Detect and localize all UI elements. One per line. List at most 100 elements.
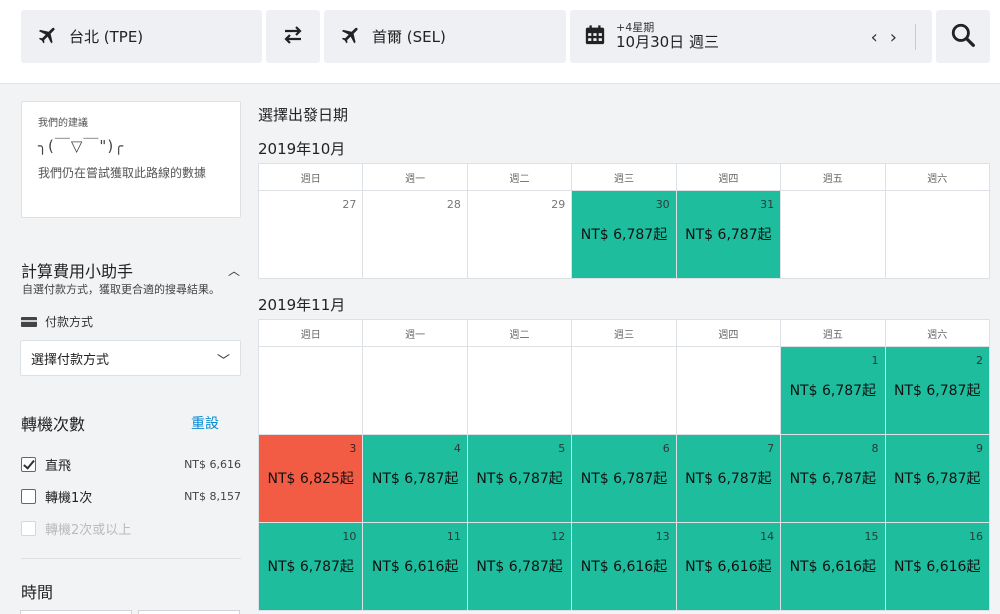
date-field[interactable]: +4星期 10月30日 週三 ‹ › — [570, 10, 932, 63]
calendar-day[interactable]: 1 NT$ 6,787起 — [781, 347, 886, 435]
calendar-week: 1 NT$ 6,787起 2 NT$ 6,787起 — [259, 347, 990, 435]
destination-field[interactable]: 首爾 (SEL) — [324, 10, 566, 63]
suggestion-title: 我們的建議 — [38, 118, 88, 129]
swap-arrows-icon — [281, 23, 305, 51]
calendar-day[interactable]: 9 NT$ 6,787起 — [885, 435, 990, 523]
day-price: NT$ 6,787起 — [580, 471, 668, 487]
weekday-header: 週日 週一 週二 週三 週四 週五 週六 — [259, 320, 990, 347]
swap-button[interactable] — [266, 10, 320, 63]
day-number: 15 — [864, 530, 879, 543]
calendar-day[interactable]: 11 NT$ 6,616起 — [363, 523, 468, 611]
stops-option-one-stop[interactable]: 轉機1次 NT$ 8,157 — [21, 486, 241, 506]
day-number: 5 — [558, 442, 566, 455]
checkbox[interactable] — [21, 456, 36, 472]
stops-option-direct[interactable]: 直飛 NT$ 6,616 — [21, 454, 241, 474]
calendar-empty-cell — [781, 191, 886, 279]
time-tab-departure[interactable] — [20, 610, 132, 614]
calendar-day[interactable]: 13 NT$ 6,616起 — [572, 523, 677, 611]
chevron-right-icon[interactable]: › — [890, 27, 897, 48]
month-label: 2019年11月 — [258, 296, 346, 314]
calendar-week: 10 NT$ 6,787起 11 NT$ 6,616起 12 NT$ 6,787起 13 NT… — [259, 523, 990, 611]
day-price: NT$ 6,787起 — [894, 471, 981, 487]
calendar-month-oct: 週日 週一 週二 週三 週四 週五 週六 27 28 29 30 NT$ 6,787起 31 NT$ 6,… — [258, 163, 990, 279]
day-number: 4 — [453, 442, 461, 455]
reset-link[interactable]: 重設 — [191, 413, 219, 433]
checkbox[interactable] — [21, 488, 36, 504]
day-price: NT$ 6,787起 — [789, 471, 877, 487]
day-price: NT$ 6,616起 — [580, 559, 668, 575]
time-tab-return[interactable] — [138, 610, 240, 614]
option-label: 轉機1次 — [45, 490, 93, 506]
day-number: 2 — [975, 354, 983, 367]
month-label: 2019年10月 — [258, 140, 346, 158]
calendar-day[interactable]: 7 NT$ 6,787起 — [676, 435, 782, 523]
option-label: 直飛 — [45, 458, 72, 474]
calendar-day: 27 — [259, 191, 364, 279]
chevron-up-icon[interactable]: ︿ — [228, 262, 240, 279]
calendar-empty-cell — [467, 347, 573, 435]
calendar-empty-cell — [363, 347, 468, 435]
payment-method-select[interactable]: 選擇付款方式 ﹀ — [20, 340, 241, 376]
suggestion-card: 我們的建議 ╮(￣▽￣")╭ 我們仍在嘗試獲取此路線的數據 — [21, 101, 241, 218]
time-title: 時間 — [21, 583, 54, 602]
fee-helper-title[interactable]: 計算費用小助手 — [21, 258, 133, 282]
weekday-label: 週二 — [467, 164, 573, 191]
suggestion-face: ╮(￣▽￣")╭ — [38, 137, 125, 155]
calendar-day[interactable]: 6 NT$ 6,787起 — [572, 435, 677, 523]
day-number: 27 — [342, 198, 357, 211]
calendar-day[interactable]: 4 NT$ 6,787起 — [363, 435, 468, 523]
day-price: NT$ 6,787起 — [476, 559, 563, 575]
calendar-empty-cell — [572, 347, 677, 435]
day-number: 11 — [446, 530, 461, 543]
calendar-day[interactable]: 3 NT$ 6,825起 — [259, 435, 364, 523]
airplane-icon — [340, 24, 362, 50]
suggestion-message: 我們仍在嘗試獲取此路線的數據 — [38, 166, 207, 180]
origin-field[interactable]: 台北 (TPE) — [21, 10, 262, 63]
calendar-day[interactable]: 5 NT$ 6,787起 — [467, 435, 573, 523]
weekday-label: 週六 — [885, 320, 990, 347]
calendar-day[interactable]: 15 NT$ 6,616起 — [781, 523, 886, 611]
weekday-label: 週四 — [676, 164, 782, 191]
day-price: NT$ 6,616起 — [371, 559, 459, 575]
day-price: NT$ 6,787起 — [476, 471, 563, 487]
day-number: 8 — [871, 442, 879, 455]
day-number: 13 — [655, 530, 670, 543]
credit-card-icon — [21, 316, 37, 327]
destination-value: 首爾 (SEL) — [372, 28, 446, 46]
fee-helper-subtitle: 自選付款方式，獲取更合適的搜尋結果。 — [22, 283, 220, 296]
weekday-label: 週一 — [363, 164, 468, 191]
weekday-label: 週一 — [363, 320, 468, 347]
day-price: NT$ 6,787起 — [685, 227, 772, 243]
calendar-heading: 選擇出發日期 — [258, 106, 349, 124]
day-price: NT$ 6,787起 — [789, 383, 877, 399]
calendar-week: 3 NT$ 6,825起 4 NT$ 6,787起 5 NT$ 6,787起 6 NT$ 6,… — [259, 435, 990, 523]
checkbox — [21, 520, 36, 536]
calendar-empty-cell — [885, 191, 990, 279]
calendar-day[interactable]: 2 NT$ 6,787起 — [885, 347, 990, 435]
day-price: NT$ 6,787起 — [267, 559, 354, 575]
calendar-icon — [584, 24, 606, 50]
divider — [915, 24, 916, 50]
day-price: NT$ 6,787起 — [894, 383, 981, 399]
search-button[interactable] — [936, 10, 990, 63]
day-number: 29 — [551, 198, 566, 211]
calendar-day[interactable]: 8 NT$ 6,787起 — [781, 435, 886, 523]
calendar-day[interactable]: 14 NT$ 6,616起 — [676, 523, 782, 611]
weekday-label: 週三 — [572, 320, 677, 347]
day-number: 12 — [551, 530, 566, 543]
day-price: NT$ 6,825起 — [267, 471, 354, 487]
calendar-day[interactable]: 31 NT$ 6,787起 — [676, 191, 782, 279]
option-price: NT$ 6,616 — [184, 457, 241, 471]
calendar-day[interactable]: 10 NT$ 6,787起 — [259, 523, 364, 611]
origin-value: 台北 (TPE) — [69, 28, 144, 46]
day-number: 7 — [767, 442, 775, 455]
option-label: 轉機2次或以上 — [45, 522, 132, 538]
calendar-day[interactable]: 30 NT$ 6,787起 — [572, 191, 677, 279]
calendar-day[interactable]: 12 NT$ 6,787起 — [467, 523, 573, 611]
day-number: 6 — [662, 442, 670, 455]
day-number: 28 — [446, 198, 461, 211]
chevron-left-icon[interactable]: ‹ — [871, 27, 878, 48]
day-price: NT$ 6,787起 — [371, 471, 459, 487]
day-number: 16 — [968, 530, 983, 543]
calendar-day[interactable]: 16 NT$ 6,616起 — [885, 523, 990, 611]
